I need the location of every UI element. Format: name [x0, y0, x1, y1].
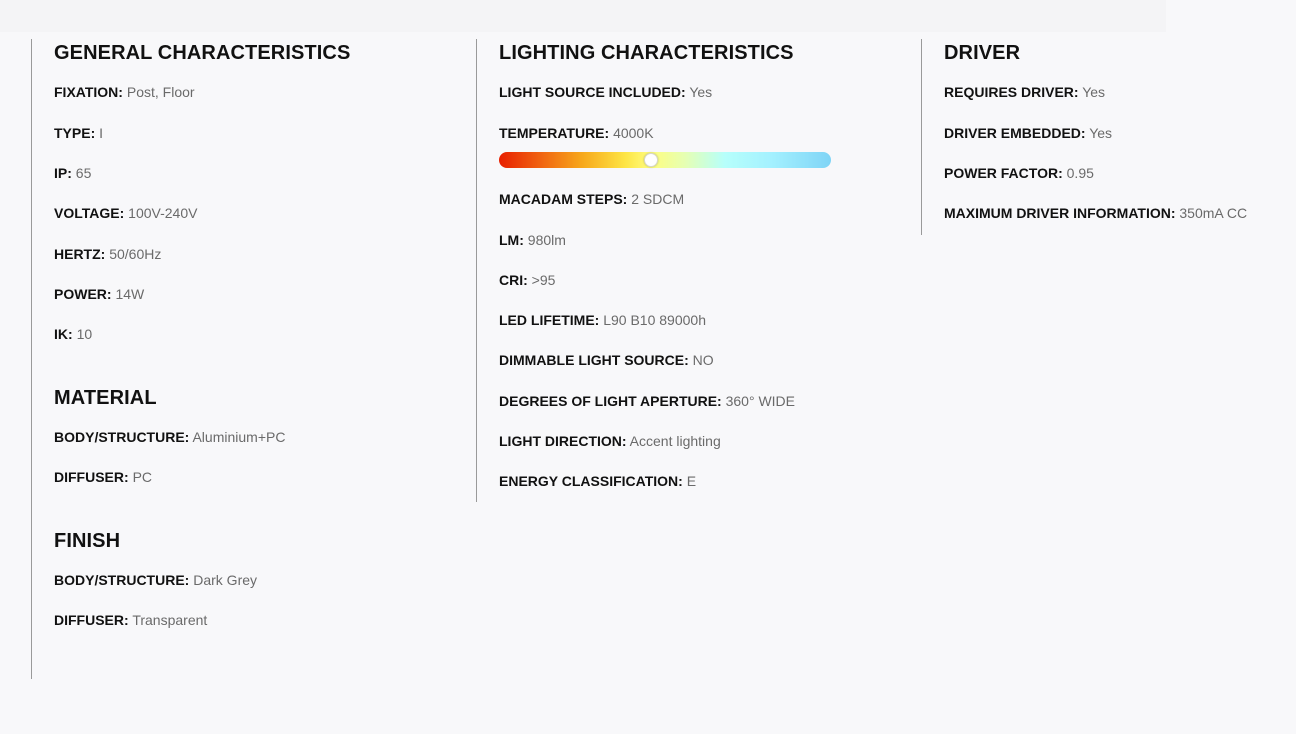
spec-value: 980lm	[527, 232, 566, 248]
spec-value: Post, Floor	[126, 84, 195, 100]
spec-list-material: BODY/STRUCTURE: Aluminium+PC DIFFUSER: P…	[54, 428, 451, 486]
spec-list-finish: BODY/STRUCTURE: Dark Grey DIFFUSER: Tran…	[54, 571, 451, 629]
spec-requires-driver: REQUIRES DRIVER: Yes	[944, 83, 1281, 101]
spec-value: Dark Grey	[193, 572, 258, 588]
spec-label: DEGREES OF LIGHT APERTURE:	[499, 393, 722, 409]
section-title-general: GENERAL CHARACTERISTICS	[54, 42, 351, 64]
section-finish: FINISH BODY/STRUCTURE: Dark Grey DIFFUSE…	[54, 528, 451, 629]
spec-label: VOLTAGE:	[54, 205, 125, 221]
spec-label: LIGHT DIRECTION:	[499, 433, 627, 449]
spec-power: POWER: 14W	[54, 285, 451, 303]
spec-label: MAXIMUM DRIVER INFORMATION:	[944, 205, 1176, 221]
spec-label: LED LIFETIME:	[499, 312, 600, 328]
spec-value: Aluminium+PC	[192, 429, 286, 445]
spec-label: ENERGY CLASSIFICATION:	[499, 473, 683, 489]
spec-value: 65	[75, 165, 92, 181]
section-driver: DRIVER REQUIRES DRIVER: Yes DRIVER EMBED…	[944, 40, 1281, 222]
spec-label: BODY/STRUCTURE:	[54, 429, 190, 445]
spec-label: IK:	[54, 326, 73, 342]
spec-light-direction: LIGHT DIRECTION: Accent lighting	[499, 432, 896, 450]
spec-finish-body-structure: BODY/STRUCTURE: Dark Grey	[54, 571, 451, 589]
spec-value: 14W	[115, 286, 145, 302]
top-band	[0, 0, 1166, 32]
spec-value: 10	[76, 326, 93, 342]
spec-value: 0.95	[1066, 165, 1094, 181]
spec-label: BODY/STRUCTURE:	[54, 572, 190, 588]
spec-value: Yes	[689, 84, 713, 100]
spec-label: FIXATION:	[54, 84, 123, 100]
column-driver: DRIVER REQUIRES DRIVER: Yes DRIVER EMBED…	[921, 39, 1281, 235]
spec-driver-embedded: DRIVER EMBEDDED: Yes	[944, 124, 1281, 142]
spec-light-source-included: LIGHT SOURCE INCLUDED: Yes	[499, 83, 896, 101]
spec-finish-diffuser: DIFFUSER: Transparent	[54, 611, 451, 629]
spec-temperature: TEMPERATURE: 4000K	[499, 124, 896, 168]
spec-label: POWER:	[54, 286, 112, 302]
spec-diffuser: DIFFUSER: PC	[54, 468, 451, 486]
spec-lm: LM: 980lm	[499, 231, 896, 249]
spec-body-structure: BODY/STRUCTURE: Aluminium+PC	[54, 428, 451, 446]
spec-label: CRI:	[499, 272, 528, 288]
section-title-material: MATERIAL	[54, 387, 157, 409]
column-general: GENERAL CHARACTERISTICS FIXATION: Post, …	[31, 39, 451, 679]
section-title-finish: FINISH	[54, 530, 121, 552]
spec-ip: IP: 65	[54, 164, 451, 182]
spec-value: 2 SDCM	[631, 191, 685, 207]
spec-label: TEMPERATURE:	[499, 125, 610, 141]
section-lighting-characteristics: LIGHTING CHARACTERISTICS LIGHT SOURCE IN…	[499, 40, 896, 490]
section-title-lighting: LIGHTING CHARACTERISTICS	[499, 42, 794, 64]
spec-list-driver: REQUIRES DRIVER: Yes DRIVER EMBEDDED: Ye…	[944, 83, 1281, 222]
spec-led-lifetime: LED LIFETIME: L90 B10 89000h	[499, 311, 896, 329]
spec-value: 100V-240V	[128, 205, 198, 221]
spec-value: 350mA CC	[1179, 205, 1248, 221]
spec-list-lighting: LIGHT SOURCE INCLUDED: Yes TEMPERATURE: …	[499, 83, 896, 490]
spec-fixation: FIXATION: Post, Floor	[54, 83, 451, 101]
spec-power-factor: POWER FACTOR: 0.95	[944, 164, 1281, 182]
spec-value: PC	[132, 469, 153, 485]
spec-value: E	[686, 473, 697, 489]
temperature-indicator-knob	[643, 153, 658, 167]
spec-degrees-light-aperture: DEGREES OF LIGHT APERTURE: 360° WIDE	[499, 392, 896, 410]
spec-list-general: FIXATION: Post, Floor TYPE: I IP: 65 VOL…	[54, 83, 451, 343]
spec-ik: IK: 10	[54, 325, 451, 343]
spec-label: HERTZ:	[54, 246, 106, 262]
spec-label: LM:	[499, 232, 524, 248]
temperature-scale-bar	[499, 152, 831, 168]
spec-label: MACADAM STEPS:	[499, 191, 628, 207]
spec-value: 50/60Hz	[109, 246, 162, 262]
spec-hertz: HERTZ: 50/60Hz	[54, 245, 451, 263]
spec-type: TYPE: I	[54, 124, 451, 142]
spec-voltage: VOLTAGE: 100V-240V	[54, 204, 451, 222]
column-lighting: LIGHTING CHARACTERISTICS LIGHT SOURCE IN…	[476, 39, 896, 502]
spec-label: REQUIRES DRIVER:	[944, 84, 1079, 100]
spec-label: DIMMABLE LIGHT SOURCE:	[499, 352, 689, 368]
spec-value: I	[99, 125, 104, 141]
spec-label: TYPE:	[54, 125, 96, 141]
spec-value: Transparent	[132, 612, 208, 628]
spec-label: POWER FACTOR:	[944, 165, 1063, 181]
spec-value: Yes	[1082, 84, 1106, 100]
spec-value: 360° WIDE	[725, 393, 796, 409]
spec-value: Yes	[1089, 125, 1113, 141]
spec-dimmable-light-source: DIMMABLE LIGHT SOURCE: NO	[499, 351, 896, 369]
spec-value: NO	[692, 352, 714, 368]
spec-label: DRIVER EMBEDDED:	[944, 125, 1086, 141]
spec-cri: CRI: >95	[499, 271, 896, 289]
spec-value: 4000K	[613, 125, 654, 141]
section-general-characteristics: GENERAL CHARACTERISTICS FIXATION: Post, …	[54, 40, 451, 343]
spec-macadam-steps: MACADAM STEPS: 2 SDCM	[499, 190, 896, 208]
spec-value: >95	[531, 272, 556, 288]
spec-label: LIGHT SOURCE INCLUDED:	[499, 84, 686, 100]
spec-energy-classification: ENERGY CLASSIFICATION: E	[499, 472, 896, 490]
spec-label: DIFFUSER:	[54, 612, 129, 628]
spec-label: IP:	[54, 165, 72, 181]
spec-value: L90 B10 89000h	[603, 312, 706, 328]
spec-label: DIFFUSER:	[54, 469, 129, 485]
section-material: MATERIAL BODY/STRUCTURE: Aluminium+PC DI…	[54, 385, 451, 486]
spec-value: Accent lighting	[629, 433, 721, 449]
section-title-driver: DRIVER	[944, 42, 1021, 64]
spec-maximum-driver-information: MAXIMUM DRIVER INFORMATION: 350mA CC	[944, 204, 1281, 222]
